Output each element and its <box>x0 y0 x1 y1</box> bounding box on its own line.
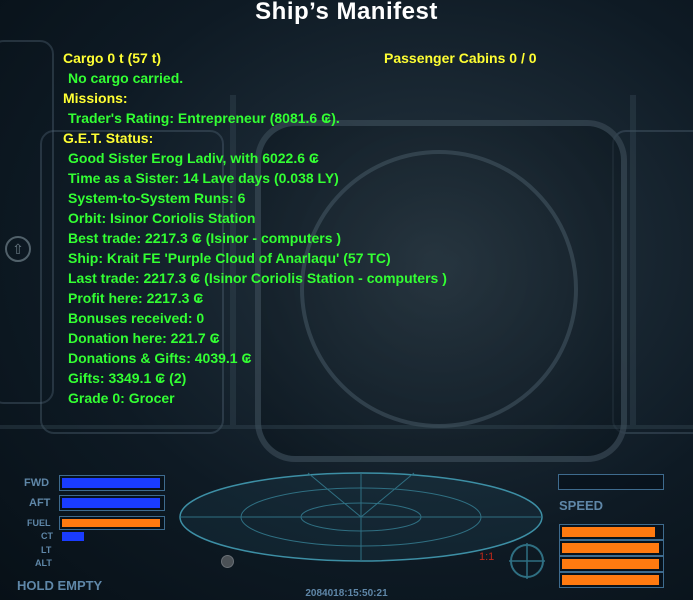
status-line: Last trade: 2217.3 ₢ (Isinor Coriolis St… <box>68 270 447 286</box>
up-arrow-icon: ⇧ <box>5 236 31 262</box>
fuel-fill <box>62 519 160 527</box>
status-line: Bonuses received: 0 <box>68 310 205 326</box>
status-line: Profit here: 2217.3 ₢ <box>68 290 204 306</box>
speed-label: SPEED <box>559 498 604 513</box>
status-line: Best trade: 2217.3 ₢ (Isinor - computers… <box>68 230 342 246</box>
status-line: Time as a Sister: 14 Lave days (0.038 LY… <box>68 170 339 186</box>
cabin-temp-fill <box>62 532 84 541</box>
status-line: Donations & Gifts: 4039.1 ₢ <box>68 350 252 366</box>
energy-bank-fill <box>562 575 659 585</box>
page-title: Ship’s Manifest <box>255 0 438 25</box>
speed-gauge <box>558 474 664 490</box>
cabin-temp-label: CT <box>41 531 53 541</box>
energy-bank-fill <box>562 559 659 569</box>
status-line: Good Sister Erog Ladiv, with 6022.6 ₢ <box>68 150 320 166</box>
status-line: Ship: Krait FE 'Purple Cloud of Anarlaqu… <box>68 250 391 266</box>
fuel-label: FUEL <box>27 518 51 528</box>
cabin-temp-gauge <box>59 530 165 543</box>
energy-bank-fill <box>562 543 659 553</box>
scanner-zoom-label: 1:1 <box>479 551 495 563</box>
game-screen: ⇧ Ship’s Manifest Cargo 0 t (57 t) Passe… <box>0 0 693 600</box>
energy-bank-fill <box>562 527 655 537</box>
status-line: Donation here: 221.7 ₢ <box>68 330 220 346</box>
status-line: Orbit: Isinor Coriolis Station <box>68 210 256 226</box>
fwd-shield-gauge <box>59 475 165 491</box>
crosshair-icon <box>509 543 545 579</box>
status-line: Gifts: 3349.1 ₢ (2) <box>68 370 187 386</box>
fuel-gauge <box>59 516 165 530</box>
altitude-label: ALT <box>35 558 52 568</box>
aft-shield-gauge <box>59 495 165 511</box>
energy-bank <box>559 556 664 572</box>
energy-bank <box>559 524 664 540</box>
passenger-cabins-header: Passenger Cabins 0 / 0 <box>384 50 537 66</box>
cargo-header: Cargo 0 t (57 t) <box>63 50 162 66</box>
laser-temp-label: LT <box>41 545 52 555</box>
energy-bank <box>559 540 664 556</box>
compass-dot <box>221 555 234 568</box>
aft-shield-fill <box>62 498 160 508</box>
missions-header: Missions: <box>63 90 128 106</box>
get-status-header: G.E.T. Status: <box>63 130 154 146</box>
status-line: System-to-System Runs: 6 <box>68 190 246 206</box>
trader-rating: Trader's Rating: Entrepreneur (8081.6 ₢)… <box>68 110 340 126</box>
fwd-shield-label: FWD <box>24 477 50 489</box>
fwd-shield-fill <box>62 478 160 488</box>
aft-shield-label: AFT <box>29 497 51 509</box>
manifest-list: No cargo carried. Missions: Trader's Rat… <box>63 68 447 408</box>
status-line: Grade 0: Grocer <box>68 390 175 406</box>
cargo-status: No cargo carried. <box>68 70 184 86</box>
game-clock: 2084018:15:50:21 <box>305 588 388 599</box>
energy-bank <box>559 572 664 588</box>
